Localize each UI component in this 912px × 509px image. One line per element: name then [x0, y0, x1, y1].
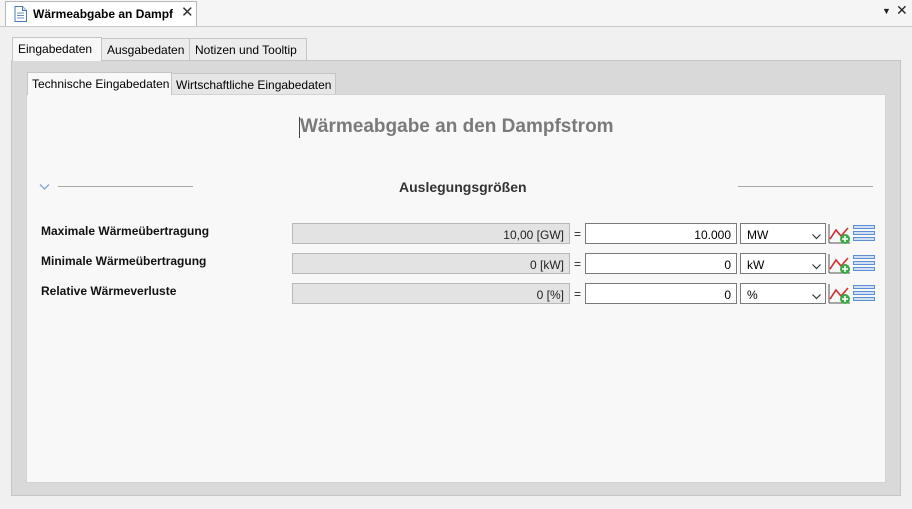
label-min-waermeuebertragung: Minimale Wärmeübertragung: [41, 254, 207, 268]
section-title: Auslegungsgrößen: [399, 179, 527, 195]
chevron-down-icon: [812, 259, 821, 273]
close-editor-icon[interactable]: ✕: [896, 3, 908, 17]
add-chart-icon[interactable]: [828, 283, 851, 308]
label-max-waermeuebertragung: Maximale Wärmeübertragung: [41, 224, 210, 238]
tab-eingabedaten[interactable]: Eingabedaten: [12, 37, 102, 61]
list-icon[interactable]: [853, 224, 875, 245]
unit-select[interactable]: %: [740, 283, 826, 304]
editor-tab-bar: Wärmeabgabe an Dampf ✕ ▼ ✕: [0, 0, 912, 27]
list-icon[interactable]: [853, 254, 875, 275]
unit-select-value: %: [747, 288, 758, 302]
unit-select[interactable]: kW: [740, 253, 826, 274]
editor-tab-title: Wärmeabgabe an Dampf: [33, 7, 174, 21]
tab-ausgabedaten[interactable]: Ausgabedaten: [101, 38, 190, 60]
label-relative-waermeverluste: Relative Wärmeverluste: [41, 284, 177, 298]
document-icon: [14, 6, 27, 25]
equals-sign: =: [574, 287, 582, 301]
computed-value-field: 0 [%]: [292, 283, 570, 304]
tab-technische-eingabedaten[interactable]: Technische Eingabedaten: [27, 72, 172, 95]
chevron-down-icon[interactable]: [39, 180, 50, 194]
max-waermeuebertragung-input[interactable]: 10.000: [585, 223, 737, 244]
tab-wirtschaftliche-eingabedaten[interactable]: Wirtschaftliche Eingabedaten: [171, 73, 336, 94]
unit-select-value: kW: [747, 258, 765, 272]
relative-waermeverluste-input[interactable]: 0: [585, 283, 737, 304]
unit-select[interactable]: MW: [740, 223, 826, 244]
chevron-down-icon: [812, 229, 821, 243]
computed-value-field: 10,00 [GW]: [292, 223, 570, 244]
close-icon[interactable]: ✕: [181, 5, 194, 20]
min-waermeuebertragung-input[interactable]: 0: [585, 253, 737, 274]
page-title: Wärmeabgabe an den Dampfstrom: [300, 116, 614, 137]
section-divider-right: [738, 186, 873, 187]
equals-sign: =: [574, 257, 582, 271]
list-icon[interactable]: [853, 284, 875, 305]
view-menu-icon[interactable]: ▼: [882, 6, 891, 16]
computed-value-field: 0 [kW]: [292, 253, 570, 274]
editor-tab[interactable]: Wärmeabgabe an Dampf ✕: [5, 1, 197, 26]
section-divider-left: [58, 186, 193, 187]
equals-sign: =: [574, 227, 582, 241]
unit-select-value: MW: [747, 228, 769, 242]
chevron-down-icon: [812, 289, 821, 303]
add-chart-icon[interactable]: [828, 253, 851, 278]
add-chart-icon[interactable]: [828, 223, 851, 248]
tab-notizen-und-tooltip[interactable]: Notizen und Tooltip: [189, 38, 307, 60]
